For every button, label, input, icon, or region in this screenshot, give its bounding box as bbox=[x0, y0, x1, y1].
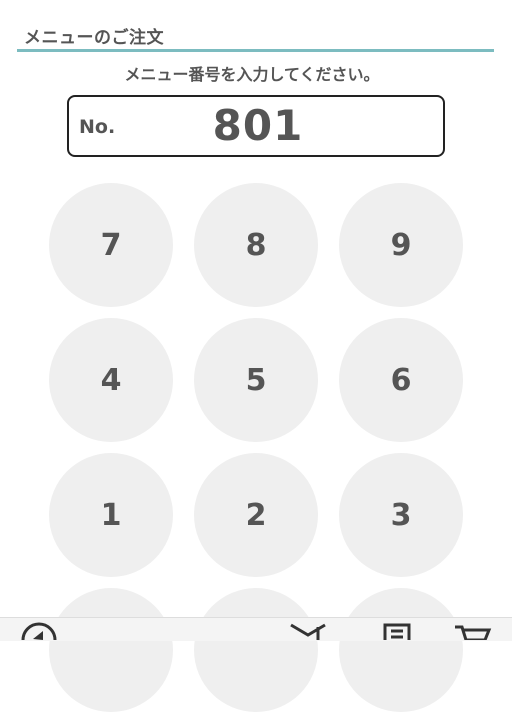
key-label: 5 bbox=[245, 362, 267, 398]
key-label: 9 bbox=[390, 227, 412, 263]
key-label: 8 bbox=[245, 227, 267, 263]
page-title: メニューのご注文 bbox=[24, 28, 164, 48]
key-label: 2 bbox=[245, 497, 267, 533]
key-row4-center[interactable] bbox=[194, 588, 318, 712]
key-6[interactable]: 6 bbox=[339, 318, 463, 442]
instruction-text: メニュー番号を入力してください。 bbox=[124, 65, 380, 84]
key-4[interactable]: 4 bbox=[49, 318, 173, 442]
key-3[interactable]: 3 bbox=[339, 453, 463, 577]
key-8[interactable]: 8 bbox=[194, 183, 318, 307]
key-2[interactable]: 2 bbox=[194, 453, 318, 577]
key-label: 7 bbox=[100, 227, 122, 263]
header-divider bbox=[17, 49, 494, 52]
key-label: 1 bbox=[100, 497, 122, 533]
key-label: 4 bbox=[100, 362, 122, 398]
key-7[interactable]: 7 bbox=[49, 183, 173, 307]
key-label: 6 bbox=[390, 362, 412, 398]
key-label: 3 bbox=[390, 497, 412, 533]
ticket-icon[interactable] bbox=[288, 621, 330, 640]
key-9[interactable]: 9 bbox=[339, 183, 463, 307]
bottom-nav-bar bbox=[0, 617, 512, 641]
display-value: 801 bbox=[212, 101, 304, 150]
key-row4-right[interactable] bbox=[339, 588, 463, 712]
cart-icon[interactable] bbox=[452, 621, 494, 640]
key-row4-left[interactable] bbox=[49, 588, 173, 712]
receipt-icon[interactable] bbox=[380, 621, 414, 640]
menu-number-display: No. 801 bbox=[67, 95, 445, 157]
key-1[interactable]: 1 bbox=[49, 453, 173, 577]
key-5[interactable]: 5 bbox=[194, 318, 318, 442]
back-icon[interactable] bbox=[20, 621, 60, 640]
